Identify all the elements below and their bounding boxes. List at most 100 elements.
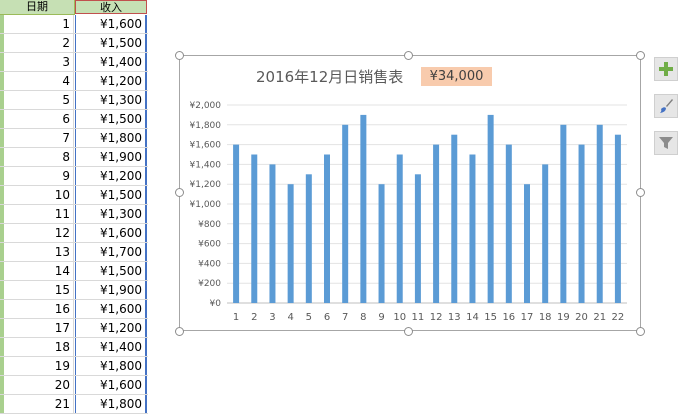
bar[interactable] — [578, 144, 585, 303]
income-cell[interactable]: ¥1,500 — [75, 262, 147, 280]
date-cell[interactable]: 8 — [0, 148, 74, 166]
header-date-cell[interactable]: 日期 — [0, 0, 75, 15]
date-cell[interactable]: 5 — [0, 91, 74, 109]
bar[interactable] — [596, 124, 603, 303]
bar[interactable] — [342, 124, 349, 303]
date-cell[interactable]: 12 — [0, 224, 74, 242]
date-cell[interactable]: 9 — [0, 167, 74, 185]
date-cell[interactable]: 3 — [0, 53, 74, 71]
bar[interactable] — [324, 154, 330, 304]
bar[interactable] — [505, 144, 512, 303]
bar[interactable] — [360, 114, 367, 304]
x-tick-label: 12 — [430, 312, 443, 323]
chart-styles-button[interactable] — [654, 94, 678, 118]
chart-elements-button[interactable] — [654, 57, 678, 81]
income-cell[interactable]: ¥1,600 — [75, 376, 147, 394]
date-cell[interactable]: 15 — [0, 281, 74, 299]
bar[interactable] — [305, 174, 312, 303]
table-row: 17 ¥1,200 — [0, 319, 148, 338]
income-cell[interactable]: ¥1,500 — [75, 110, 147, 128]
bar[interactable] — [451, 134, 458, 303]
y-tick-label: ¥400 — [198, 259, 221, 269]
bar[interactable] — [396, 154, 403, 304]
x-tick-label: 10 — [393, 312, 406, 323]
income-cell[interactable]: ¥1,800 — [75, 129, 147, 147]
income-cell[interactable]: ¥1,800 — [75, 357, 147, 375]
bar[interactable] — [251, 154, 258, 304]
income-cell[interactable]: ¥1,200 — [75, 167, 147, 185]
resize-handle-top-left[interactable] — [175, 51, 184, 60]
date-cell[interactable]: 11 — [0, 205, 74, 223]
date-cell[interactable]: 17 — [0, 319, 74, 337]
bar[interactable] — [269, 164, 276, 303]
table-row: 14 ¥1,500 — [0, 262, 148, 281]
bar[interactable] — [378, 184, 385, 303]
income-cell[interactable]: ¥1,300 — [75, 205, 147, 223]
date-cell[interactable]: 16 — [0, 300, 74, 318]
date-cell[interactable]: 21 — [0, 395, 74, 413]
resize-handle-bottom-right[interactable] — [636, 327, 645, 336]
income-cell[interactable]: ¥1,200 — [75, 319, 147, 337]
total-value-box[interactable]: ¥34,000 — [421, 67, 492, 86]
date-cell[interactable]: 13 — [0, 243, 74, 261]
date-cell[interactable]: 10 — [0, 186, 74, 204]
income-cell[interactable]: ¥1,600 — [75, 15, 147, 33]
date-cell[interactable]: 1 — [0, 15, 74, 33]
income-cell[interactable]: ¥1,500 — [75, 186, 147, 204]
income-cell[interactable]: ¥1,200 — [75, 72, 147, 90]
date-cell[interactable]: 14 — [0, 262, 74, 280]
bar[interactable] — [614, 134, 621, 303]
income-cell[interactable]: ¥1,600 — [75, 224, 147, 242]
bar[interactable] — [233, 144, 240, 303]
bar[interactable] — [287, 184, 294, 303]
date-cell[interactable]: 20 — [0, 376, 74, 394]
filter-icon — [659, 137, 673, 149]
income-cell[interactable]: ¥1,900 — [75, 281, 147, 299]
income-cell[interactable]: ¥1,300 — [75, 91, 147, 109]
date-cell[interactable]: 2 — [0, 34, 74, 52]
plus-icon — [659, 62, 673, 76]
bar[interactable] — [560, 124, 567, 303]
bar[interactable] — [414, 174, 421, 303]
table-row: 5 ¥1,300 — [0, 91, 148, 110]
resize-handle-bottom[interactable] — [404, 327, 413, 336]
x-tick-label: 8 — [360, 312, 366, 323]
table-row: 13 ¥1,700 — [0, 243, 148, 262]
x-tick-label: 3 — [269, 312, 275, 323]
x-tick-label: 22 — [612, 312, 625, 323]
table-row: 1 ¥1,600 — [0, 15, 148, 34]
bar[interactable] — [524, 184, 530, 303]
x-tick-label: 2 — [251, 312, 257, 323]
income-cell[interactable]: ¥1,400 — [75, 338, 147, 356]
income-cell[interactable]: ¥1,600 — [75, 300, 147, 318]
resize-handle-bottom-left[interactable] — [175, 327, 184, 336]
y-tick-label: ¥0 — [210, 299, 222, 309]
table-row: 21 ¥1,800 — [0, 395, 148, 414]
resize-handle-top[interactable] — [404, 51, 413, 60]
date-cell[interactable]: 6 — [0, 110, 74, 128]
income-cell[interactable]: ¥1,900 — [75, 148, 147, 166]
bar-chart-plot[interactable]: ¥0 ¥200 ¥400 ¥600 ¥800 ¥1,000 ¥1,200 ¥1,400 ¥1,6… — [179, 95, 639, 325]
x-tick-label: 19 — [557, 312, 570, 323]
bar[interactable] — [433, 144, 440, 303]
table-row: 12 ¥1,600 — [0, 224, 148, 243]
spreadsheet-grid: 日期 收入 1 ¥1,600 2 ¥1,500 3 ¥1,400 4 ¥1,200 5 ¥1,30… — [0, 0, 148, 414]
chart-title[interactable]: 2016年12月日销售表 — [256, 66, 403, 87]
bar[interactable] — [469, 154, 476, 304]
date-cell[interactable]: 18 — [0, 338, 74, 356]
date-cell[interactable]: 19 — [0, 357, 74, 375]
income-cell[interactable]: ¥1,700 — [75, 243, 147, 261]
income-cell[interactable]: ¥1,800 — [75, 395, 147, 413]
chart-filters-button[interactable] — [654, 131, 678, 155]
header-income-cell[interactable]: 收入 — [75, 0, 147, 14]
income-cell[interactable]: ¥1,400 — [75, 53, 147, 71]
bar[interactable] — [542, 164, 549, 303]
resize-handle-top-right[interactable] — [636, 51, 645, 60]
table-row: 2 ¥1,500 — [0, 34, 148, 53]
income-cell[interactable]: ¥1,500 — [75, 34, 147, 52]
x-tick-label: 14 — [466, 312, 479, 323]
date-cell[interactable]: 7 — [0, 129, 74, 147]
y-tick-label: ¥2,000 — [190, 101, 222, 111]
bar[interactable] — [487, 114, 494, 304]
date-cell[interactable]: 4 — [0, 72, 74, 90]
